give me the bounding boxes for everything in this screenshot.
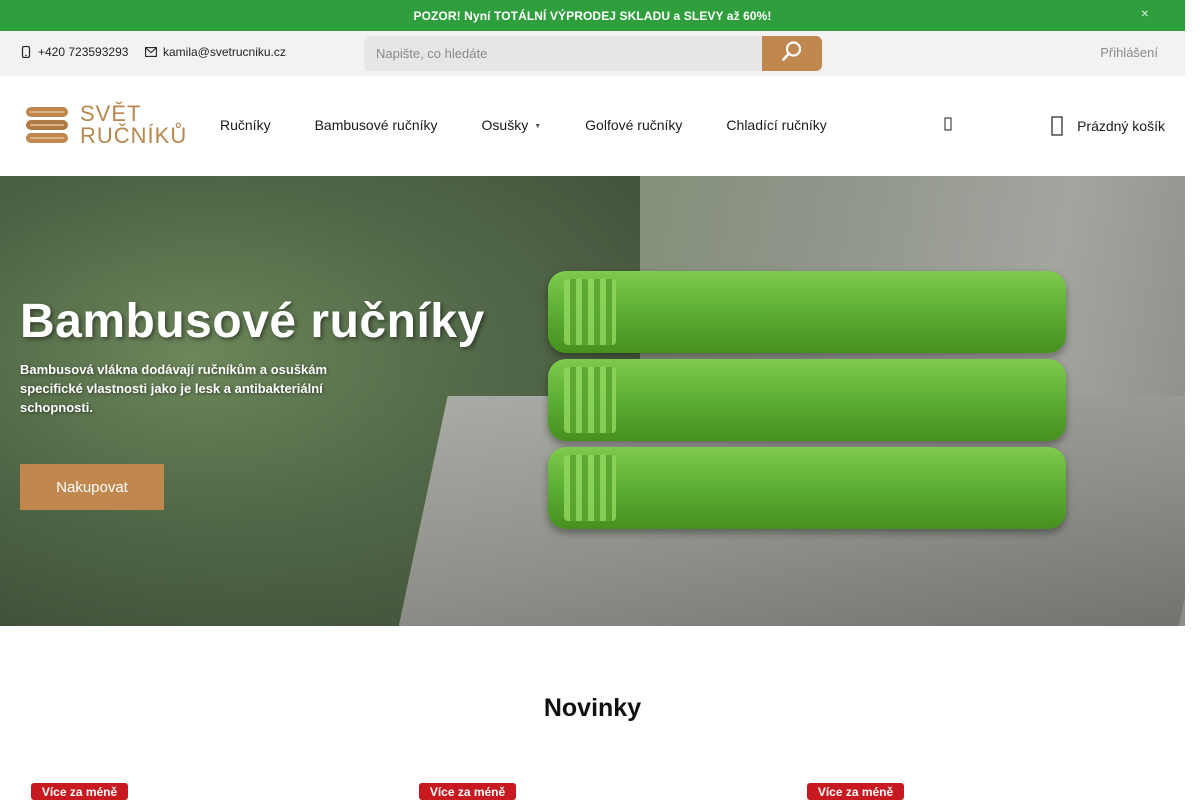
towel-stack-logo-icon (26, 107, 68, 143)
cart-icon (1051, 116, 1063, 136)
nav-item-label: Ručníky (220, 117, 271, 133)
main-header: SVĚT RUČNÍKŮ Ručníky Bambusové ručníky O… (0, 76, 1185, 176)
nav-item-label: Osušky (481, 117, 529, 133)
phone-number: +420 723593293 (38, 45, 129, 59)
promo-text: POZOR! Nyní TOTÁLNÍ VÝPRODEJ SKLADU a SL… (413, 8, 772, 23)
nav-item-chladici-rucniky[interactable]: Chladící ručníky (726, 117, 826, 133)
cart-button[interactable]: Prázdný košík (1051, 116, 1165, 136)
hero-towel-stack-image (548, 271, 1068, 531)
login-link[interactable]: Přihlášení (1100, 45, 1158, 60)
cart-label: Prázdný košík (1077, 118, 1165, 134)
close-icon[interactable]: ✕ (1141, 9, 1149, 20)
section-title-novinky: Novinky (543, 694, 642, 722)
search-button[interactable] (762, 36, 822, 71)
search-input[interactable] (364, 36, 762, 71)
search-icon (781, 40, 803, 67)
sale-badge: Více za méně (31, 783, 128, 800)
logo-text-line1: SVĚT (80, 101, 142, 126)
nav-item-label: Bambusové ručníky (314, 117, 438, 133)
more-menu-icon[interactable] (944, 117, 952, 134)
logo-text-line2: RUČNÍKŮ (80, 123, 188, 148)
sale-badge: Více za méně (419, 783, 516, 800)
hero-banner: Bambusové ručníky Bambusová vlákna dodáv… (0, 176, 1185, 626)
top-bar: +420 723593293 kamila@svetrucniku.cz Při… (0, 31, 1185, 76)
nav-item-rucniky[interactable]: Ručníky (220, 117, 271, 133)
sale-badge: Více za méně (807, 783, 904, 800)
logo[interactable]: SVĚT RUČNÍKŮ (24, 100, 194, 150)
nav-item-label: Chladící ručníky (726, 117, 827, 133)
chevron-down-icon: ▼ (534, 123, 542, 130)
envelope-icon (145, 46, 157, 58)
email-address: kamila@svetrucniku.cz (163, 45, 286, 59)
main-nav: Ručníky Bambusové ručníky Osušky ▼ Golfo… (220, 117, 871, 133)
phone-icon (20, 46, 32, 58)
search-bar (364, 36, 822, 71)
nav-item-bambusove-rucniky[interactable]: Bambusové ručníky (315, 117, 438, 133)
promo-bar: POZOR! Nyní TOTÁLNÍ VÝPRODEJ SKLADU a SL… (0, 0, 1185, 31)
hero-description: Bambusová vlákna dodávají ručníkům a osu… (20, 362, 328, 415)
nav-item-osusky[interactable]: Osušky ▼ (482, 117, 542, 133)
nav-item-label: Golfové ručníky (585, 117, 683, 133)
nav-item-golfove-rucniky[interactable]: Golfové ručníky (585, 117, 682, 133)
phone-contact[interactable]: +420 723593293 (20, 45, 128, 59)
hero-title: Bambusové ručníky (20, 295, 485, 348)
shop-now-button[interactable]: Nakupovat (20, 464, 164, 510)
email-contact[interactable]: kamila@svetrucniku.cz (145, 45, 286, 59)
